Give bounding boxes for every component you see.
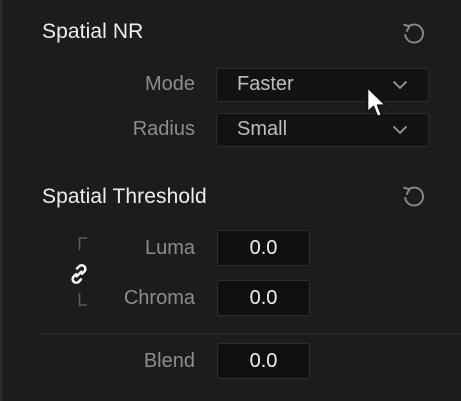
link-bracket-bottom: [78, 292, 88, 306]
link-bracket-top: [78, 237, 88, 251]
radius-dropdown[interactable]: Small: [216, 113, 429, 147]
radius-label: Radius: [132, 118, 195, 140]
blend-label: Blend: [143, 350, 195, 372]
chroma-label: Chroma: [123, 287, 195, 309]
spatial-nr-panel: Spatial NR Mode Faster Radius Small Spat…: [0, 0, 461, 401]
radius-value: Small: [237, 118, 288, 140]
chroma-input[interactable]: 0.0: [217, 280, 310, 316]
spatial-threshold-title: Spatial Threshold: [42, 185, 207, 208]
spatial-nr-reset-icon[interactable]: [400, 20, 426, 46]
mode-dropdown[interactable]: Faster: [216, 68, 429, 102]
spatial-threshold-reset-icon[interactable]: [400, 183, 426, 209]
blend-input[interactable]: 0.0: [217, 343, 310, 379]
mode-value: Faster: [237, 73, 294, 95]
panel-edge: [0, 0, 3, 401]
mouse-cursor-icon: [366, 86, 388, 120]
chevron-down-icon: [392, 78, 408, 92]
mode-label: Mode: [144, 73, 195, 95]
luma-label: Luma: [144, 237, 195, 259]
section-divider: [40, 333, 461, 334]
luma-input[interactable]: 0.0: [217, 230, 310, 266]
spatial-nr-title: Spatial NR: [42, 20, 144, 43]
chevron-down-icon: [392, 123, 408, 137]
link-icon[interactable]: [66, 261, 92, 287]
